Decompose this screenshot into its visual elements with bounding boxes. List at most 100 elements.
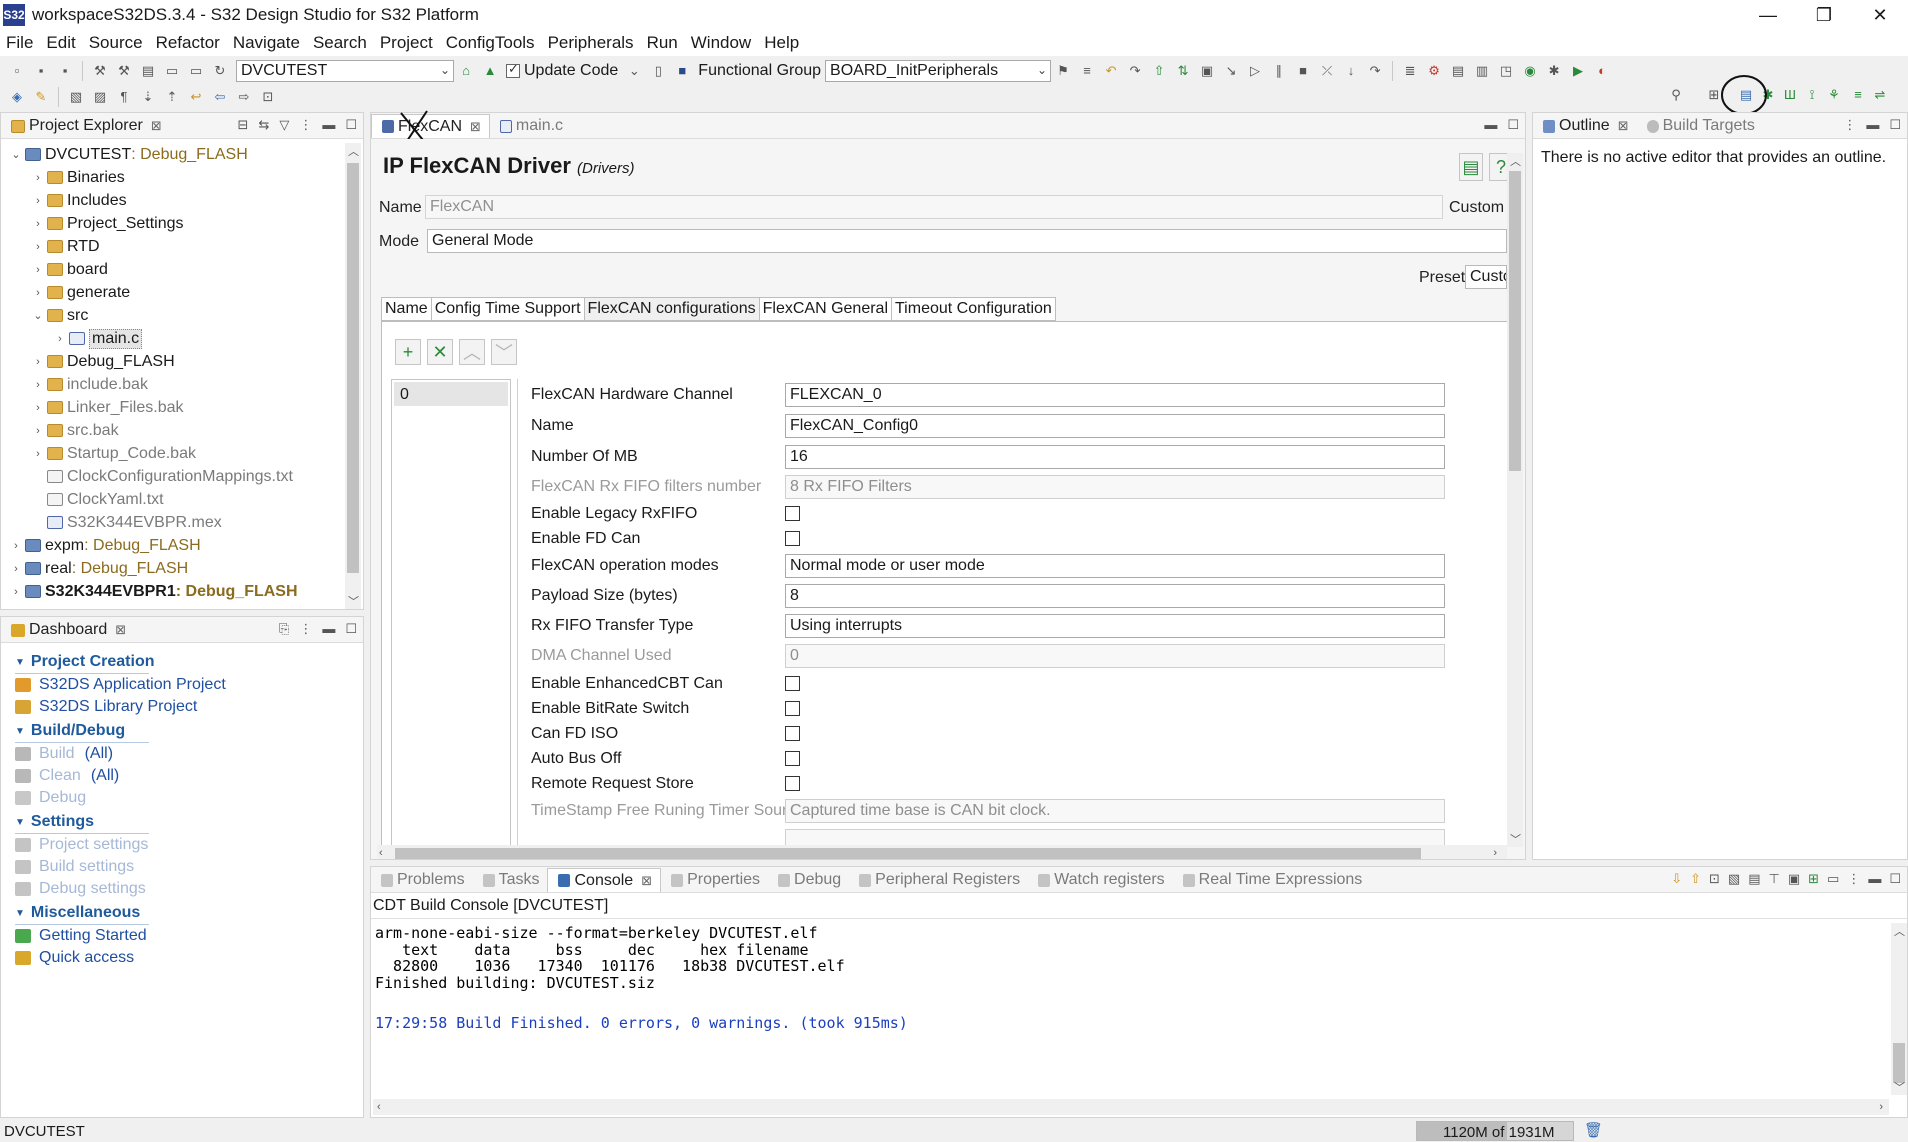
close-icon[interactable]: ⊠ (1618, 118, 1629, 134)
save-icon[interactable]: ▪ (32, 62, 50, 80)
twisty-icon[interactable]: ⌄ (9, 148, 23, 161)
tree-item[interactable]: › Project_Settings (1, 212, 363, 235)
tree-item[interactable]: › board (1, 258, 363, 281)
add-icon[interactable]: + (395, 339, 421, 365)
tab-dashboard[interactable]: Dashboard ⊠ (1, 618, 134, 642)
twisty-icon[interactable]: › (31, 195, 45, 207)
new-class-icon[interactable]: ◳ (1497, 62, 1515, 80)
dashboard-section[interactable]: ▼ Miscellaneous (1, 902, 363, 924)
tab-peripheral-registers[interactable]: Peripheral Registers (849, 868, 1028, 892)
config-checkbox[interactable] (785, 751, 800, 766)
menu-help[interactable]: Help (764, 33, 799, 53)
list-icon[interactable]: ≡ (1078, 62, 1096, 80)
save-all-icon[interactable]: ▪ (56, 62, 74, 80)
menu-configtools[interactable]: ConfigTools (446, 33, 535, 53)
dashboard-item[interactable]: Clean (All) (1, 765, 363, 787)
maximize-editor-icon[interactable]: ☐ (1507, 117, 1519, 133)
dropdown-icon[interactable]: ⌄ (625, 62, 643, 80)
tab-watch-registers[interactable]: Watch registers (1028, 868, 1173, 892)
tab-properties[interactable]: Properties (661, 868, 768, 892)
sort-icon[interactable]: ⇅ (1174, 62, 1192, 80)
dashboard-section[interactable]: ▼ Settings (1, 811, 363, 833)
block-icon[interactable]: ▨ (91, 88, 109, 106)
config-value-field[interactable]: 16 (785, 445, 1445, 469)
editor-hscrollbar[interactable]: ‹ › (377, 845, 1507, 859)
minimize-view-icon[interactable]: ▬ (1868, 871, 1881, 887)
display-console-icon[interactable]: ▣ (1788, 871, 1800, 887)
word-wrap-icon[interactable]: ▤ (1748, 871, 1760, 887)
config-value-field[interactable]: Normal mode or user mode (785, 554, 1445, 578)
config-value-field[interactable]: FLEXCAN_0 (785, 383, 1445, 407)
subtab[interactable]: Timeout Configuration (891, 297, 1056, 321)
dashboard-section[interactable]: ▼ Build/Debug (1, 720, 363, 742)
view-menu-icon[interactable]: ⋮ (299, 621, 312, 637)
back-icon[interactable]: ⇦ (211, 88, 229, 106)
subtab[interactable]: FlexCAN configurations (583, 297, 760, 321)
list-splitter[interactable] (517, 379, 518, 859)
twisty-icon[interactable]: › (31, 402, 45, 414)
tree-item[interactable]: › Startup_Code.bak (1, 442, 363, 465)
undo-icon[interactable]: ↶ (1102, 62, 1120, 80)
config-list-item[interactable]: 0 (394, 382, 508, 406)
debug-icon[interactable]: ✱ (1545, 62, 1563, 80)
skip-icon[interactable]: ↘ (1222, 62, 1240, 80)
next-annotation-icon[interactable]: ⇣ (139, 88, 157, 106)
menu-search[interactable]: Search (313, 33, 367, 53)
scroll-down-icon[interactable]: ⇩ (1671, 871, 1682, 887)
expand-icon[interactable]: ▼ (15, 657, 25, 668)
dashboard-item-extra[interactable]: (All) (85, 745, 113, 763)
twisty-icon[interactable]: › (31, 448, 45, 460)
move-down-icon[interactable]: ﹀ (491, 339, 517, 365)
dashboard-item[interactable]: S32DS Library Project (1, 696, 363, 718)
name-field[interactable]: FlexCAN (425, 195, 1443, 219)
tab-tasks[interactable]: Tasks (473, 868, 548, 892)
clear-console-icon[interactable]: ▧ (1728, 871, 1740, 887)
tree-item[interactable]: › generate (1, 281, 363, 304)
close-icon[interactable]: ⊠ (641, 873, 652, 889)
pin-icon[interactable]: ⊡ (259, 88, 277, 106)
tab-debug[interactable]: Debug (768, 868, 849, 892)
minimize-view-icon[interactable]: ▬ (1866, 117, 1879, 133)
menu-run[interactable]: Run (647, 33, 678, 53)
config-icon[interactable]: ⚙ (1425, 62, 1443, 80)
config-value-field[interactable]: 8 (785, 584, 1445, 608)
close-icon[interactable]: ⊠ (470, 119, 481, 135)
menu-refactor[interactable]: Refactor (156, 33, 220, 53)
twisty-icon[interactable]: › (31, 218, 45, 230)
twisty-icon[interactable]: › (9, 563, 23, 575)
twisty-icon[interactable]: › (31, 241, 45, 253)
open-folder-icon[interactable]: ▭ (187, 62, 205, 80)
last-edit-icon[interactable]: ↩ (187, 88, 205, 106)
tree-item[interactable]: › Includes (1, 189, 363, 212)
menu-peripherals[interactable]: Peripherals (548, 33, 634, 53)
maximize-view-icon[interactable]: ☐ (345, 117, 357, 133)
search-icon[interactable]: ⚲ (1667, 86, 1685, 104)
tree-item[interactable]: › main.c (1, 327, 363, 350)
twisty-icon[interactable]: › (9, 540, 23, 552)
collapse-all-icon[interactable]: ⊟ (238, 117, 249, 133)
config-value-field[interactable]: FlexCAN_Config0 (785, 414, 1445, 438)
maximize-view-icon[interactable]: ☐ (1889, 871, 1901, 887)
tab-problems[interactable]: Problems (371, 868, 473, 892)
perspective-clocks-icon[interactable]: ⟟ (1803, 86, 1821, 104)
step-into-icon[interactable]: ↓ (1342, 62, 1360, 80)
twisty-icon[interactable]: › (53, 333, 67, 345)
minimize-view-icon[interactable]: ▬ (322, 117, 335, 133)
tab-project-explorer[interactable]: Project Explorer ⊠ (1, 114, 170, 138)
config-checkbox[interactable] (785, 531, 800, 546)
step-over-icon[interactable]: ↷ (1366, 62, 1384, 80)
tree-scrollbar[interactable]: ︿ ﹀ (345, 143, 361, 609)
mode-select[interactable]: General Mode (427, 229, 1507, 253)
open-console-icon[interactable]: ▭ (1827, 871, 1839, 887)
perspective-peripherals-icon[interactable]: ⚘ (1825, 86, 1843, 104)
dashboard-item-extra[interactable]: (All) (91, 767, 119, 785)
config-checkbox[interactable] (785, 676, 800, 691)
menu-window[interactable]: Window (691, 33, 751, 53)
project-combo[interactable]: DVCUTEST ⌄ (236, 60, 454, 82)
tree-item[interactable]: › real: Debug_FLASH (1, 557, 363, 580)
close-button[interactable]: ✕ (1852, 0, 1908, 30)
view-menu-icon[interactable]: ⋮ (299, 117, 312, 133)
toggle-mark-icon[interactable]: ▧ (67, 88, 85, 106)
twisty-icon[interactable]: › (31, 172, 45, 184)
garbage-collect-icon[interactable]: 🗑 (1584, 1121, 1603, 1139)
